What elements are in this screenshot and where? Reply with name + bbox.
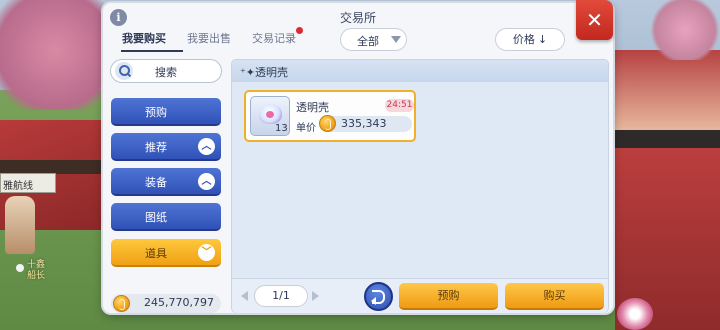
close-button[interactable]: ✕	[576, 0, 613, 40]
listing-card[interactable]: 13 透明壳 24:51 单价 335,343	[244, 90, 416, 142]
npc-name-line2: 船长	[27, 271, 46, 281]
listing-footer: 1/1 预购 购买	[232, 278, 608, 313]
zeny-coin-icon	[113, 295, 130, 312]
category-label: 推荐	[145, 141, 167, 154]
refresh-button[interactable]	[364, 282, 393, 311]
filter-dropdown[interactable]: 全部	[340, 28, 407, 51]
currency-balance: 245,770,797	[111, 294, 221, 313]
category-preorder[interactable]: 预购	[111, 98, 221, 126]
category-blueprints[interactable]: 图纸	[111, 203, 221, 231]
chevron-up-icon: ︿	[198, 173, 215, 190]
filter-selected-value: 全部	[357, 35, 379, 48]
page-next-icon[interactable]	[312, 291, 319, 301]
page-prev-icon[interactable]	[241, 291, 248, 301]
listing-header-title: ⁺✦透明壳	[240, 66, 289, 79]
category-label: 装备	[145, 176, 167, 189]
unit-price-value: 335,343	[341, 117, 387, 130]
listing-area: ⁺✦透明壳 13 透明壳 24:51 单价 335,343 1/1 预购 购买	[231, 59, 609, 313]
item-quantity: 13	[275, 123, 288, 134]
npc-name-line1: 十鑫	[27, 260, 46, 270]
heart-icon	[266, 111, 274, 118]
exchange-panel: i 交易所 我要购买 我要出售 交易记录 全部 价格 ↓ ✕ 搜索 预购 推荐 ︿…	[103, 0, 613, 313]
cherry-blossoms	[650, 0, 720, 60]
chevron-down-icon: ﹀	[198, 244, 215, 261]
currency-amount: 245,770,797	[144, 296, 214, 309]
sort-label: 价格	[512, 33, 535, 46]
tab-sell[interactable]: 我要出售	[187, 30, 231, 46]
npc-character[interactable]	[5, 196, 35, 254]
category-equipment[interactable]: 装备 ︿	[111, 168, 221, 196]
tab-trade-history[interactable]: 交易记录	[252, 30, 296, 46]
close-icon: ✕	[586, 8, 603, 32]
listing-timer-badge: 24:51	[385, 99, 414, 112]
sort-by-price-button[interactable]: 价格 ↓	[495, 28, 565, 51]
page-indicator: 1/1	[254, 285, 308, 307]
category-recommended[interactable]: 推荐 ︿	[111, 133, 221, 161]
info-icon[interactable]: i	[110, 9, 127, 26]
npc-guild-icon	[16, 264, 24, 272]
category-items[interactable]: 道具 ﹀	[111, 239, 221, 267]
category-label: 预购	[145, 106, 167, 119]
item-name: 透明壳	[296, 101, 329, 114]
item-slot[interactable]: 13	[250, 96, 290, 136]
preorder-button[interactable]: 预购	[399, 283, 498, 310]
category-label: 图纸	[145, 211, 167, 224]
npc-route-tag[interactable]: 雅航线	[0, 173, 56, 193]
shrine-roof	[615, 50, 720, 130]
chevron-up-icon: ︿	[198, 138, 215, 155]
buy-button[interactable]: 购买	[505, 283, 604, 310]
search-label: 搜索	[155, 66, 177, 79]
notification-dot	[296, 27, 303, 34]
unit-price-box: 335,343	[319, 115, 412, 132]
panel-title: 交易所	[339, 11, 376, 25]
tab-buy[interactable]: 我要购买	[122, 30, 166, 46]
flower-decoration	[617, 298, 653, 330]
search-icon	[115, 62, 133, 80]
npc-name-label: 十鑫 船长	[27, 260, 45, 282]
sort-arrow-icon: ↓	[537, 33, 548, 46]
chevron-down-icon	[391, 36, 401, 43]
zeny-coin-icon	[319, 115, 336, 132]
active-tab-indicator	[121, 50, 183, 52]
category-label: 道具	[145, 247, 167, 260]
unit-price-label: 单价	[296, 123, 316, 134]
search-button[interactable]: 搜索	[110, 59, 222, 83]
listing-header: ⁺✦透明壳	[232, 60, 608, 82]
